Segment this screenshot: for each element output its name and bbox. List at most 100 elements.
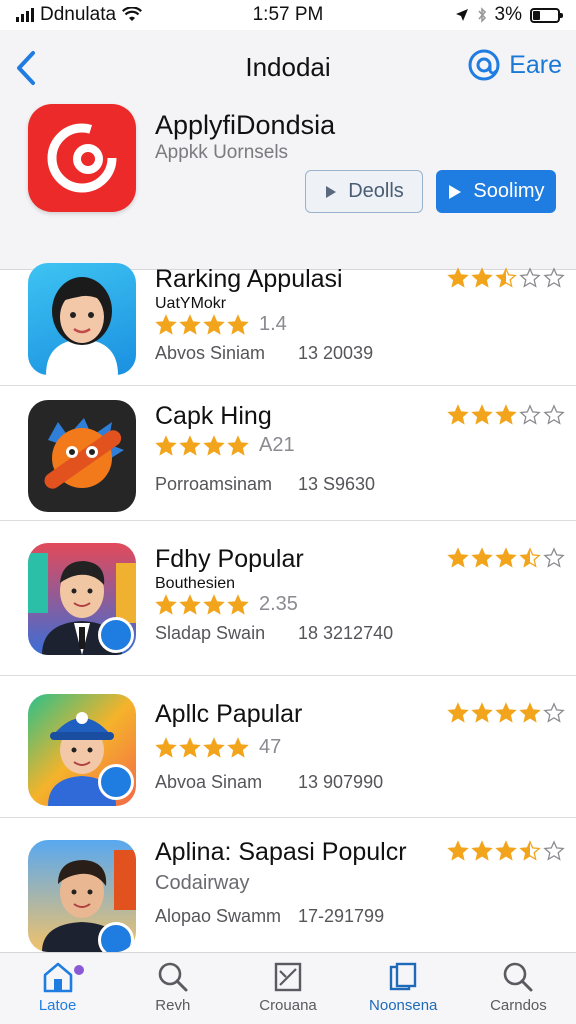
man-suit-icon [28,543,136,655]
star-icon [543,404,565,425]
star-icon [471,702,493,723]
item-subtitle: Codairway [155,872,250,894]
status-bar: Ddnulata 1:57 PM 3% [0,0,576,30]
item-rating [447,267,565,289]
list-item[interactable]: Apllc Papular 47 Abvoa Sinam 13 907990 [0,676,576,818]
star-icon [543,547,565,568]
badge-icon [98,764,134,800]
app-subtitle: Appkk Uornsels [155,142,289,163]
details-button[interactable]: Deolls [305,170,423,213]
frame-icon [274,962,302,992]
item-subtitle: UatYMokr [155,295,227,312]
star-icon [155,736,177,758]
star-icon [203,434,225,456]
star-icon [495,702,517,723]
list-item[interactable]: Capk Hing A21 Porroamsinam 13 S9630 [0,386,576,521]
star-icon [495,267,517,288]
star-icon [471,547,493,568]
item-star-row: A21 [155,434,295,457]
item-score: 2.35 [259,593,298,615]
signal-icon [16,8,34,22]
star-icon [227,736,249,758]
cards-icon [390,962,417,991]
star-icon [155,593,249,616]
at-circle-icon [468,49,500,81]
star-icon [447,404,469,425]
home-icon [43,962,72,993]
app-logo-icon [47,123,117,193]
tab-cards[interactable]: Noonsena [346,953,461,1024]
item-title: Capk Hing [155,402,272,430]
navigation-bar: Indodai Eare [0,38,576,90]
item-title: Fdhy Popular [155,545,304,573]
tab-label: Revh [155,997,191,1014]
item-rating [447,840,565,862]
item-author: Abvos Siniam [155,343,266,363]
tab-label: Crouana [259,997,317,1014]
star-icon [179,434,201,456]
nav-action-label: Eare [509,50,562,79]
star-icon [203,593,225,615]
item-score: A21 [259,434,295,456]
item-rating [447,702,565,724]
star-icon [495,404,517,425]
cap-person-icon [28,694,136,806]
tab-home[interactable]: Latoe [0,953,115,1024]
star-icon [471,404,493,425]
tab-bar: Latoe Revh Crouana Noonsena Carndos [0,952,576,1024]
item-rating [447,547,565,569]
star-icon [155,434,249,457]
list-item[interactable]: Aplina: Sapasi Populcr Codairway Alopao … [0,818,576,952]
star-icon [155,313,249,336]
item-count: 18 3212740 [298,623,394,643]
star-icon [227,313,249,335]
carrier-label: Ddnulata [40,4,117,25]
item-author: Porroamsinam [155,474,273,494]
star-icon [155,593,177,615]
star-icon [519,267,541,288]
battery-fill [533,10,541,20]
list-item[interactable]: Rarking Appulasi UatYMokr 1.4 Abvos Sini… [0,241,576,386]
star-icon [447,547,469,568]
location-icon [455,9,468,21]
star-icon [543,267,565,288]
item-title: Rarking Appulasi [155,265,343,293]
app-name: ApplyfiDondsia [155,110,336,140]
notification-dot [74,965,84,975]
star-icon [179,593,201,615]
item-score: 47 [259,736,282,758]
star-icon [447,702,469,723]
star-icon [543,702,565,723]
badge-icon [98,922,134,952]
badge-icon [98,617,134,653]
star-icon [203,736,225,758]
tab-label: Noonsena [369,997,438,1014]
list-item[interactable]: Fdhy Popular Bouthesien 2.35 Sladap Swai… [0,521,576,676]
item-count: 13 S9630 [298,474,376,494]
details-label: Deolls [348,180,404,202]
tab-search[interactable]: Revh [115,953,230,1024]
star-icon [203,313,225,335]
star-icon [519,702,541,723]
star-icon [519,547,541,568]
star-icon [155,313,177,335]
item-star-row: 2.35 [155,593,298,616]
nav-action-button[interactable]: Eare [467,48,562,82]
primary-button[interactable]: Soolimy [436,170,556,213]
primary-label: Soolimy [473,180,545,202]
battery-percent: 3% [494,4,522,25]
item-star-row: 1.4 [155,313,287,336]
app-list: Rarking Appulasi UatYMokr 1.4 Abvos Sini… [0,241,576,952]
star-icon [519,840,541,861]
star-icon [155,736,249,759]
tab-frame[interactable]: Crouana [230,953,345,1024]
item-count: 13 907990 [298,772,384,792]
star-icon [471,267,493,288]
app-logo [28,104,136,212]
item-star-row: 47 [155,736,281,759]
star-icon [447,267,469,288]
wifi-icon [122,7,143,21]
tab-search-secondary[interactable]: Carndos [461,953,576,1024]
star-icon [227,593,249,615]
item-count: 13 20039 [298,343,374,363]
